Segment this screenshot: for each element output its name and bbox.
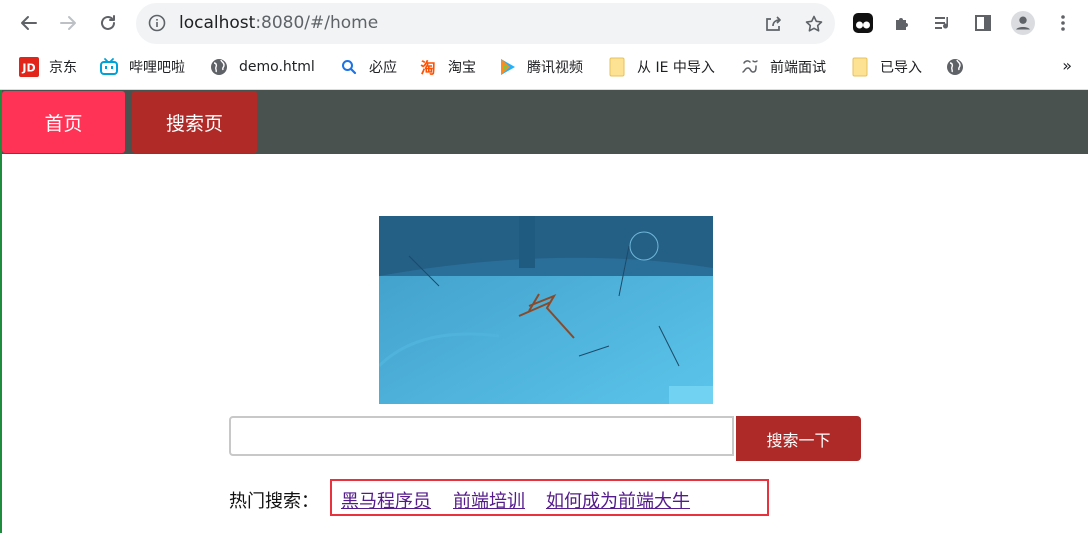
bookmark-label: 哔哩吧啦 xyxy=(129,60,185,76)
kebab-menu-icon[interactable] xyxy=(1051,11,1075,35)
star-icon[interactable] xyxy=(803,13,825,35)
hot-search-link[interactable]: 如何成为前端大牛 xyxy=(546,487,690,513)
bookmark-demo[interactable]: demo.html xyxy=(209,57,315,77)
bookmark-taobao[interactable]: 淘 淘宝 xyxy=(418,57,476,77)
tampermonkey-icon[interactable] xyxy=(851,11,875,35)
globe-icon xyxy=(209,57,229,77)
nav-tab-search[interactable]: 搜索页 xyxy=(132,91,257,153)
bookmark-folder-ie[interactable]: 从 IE 中导入 xyxy=(607,57,715,77)
address-bar[interactable]: localhost:8080/#/home xyxy=(136,3,835,44)
folder-icon xyxy=(607,57,627,77)
url-host: localhost xyxy=(179,13,256,33)
url-path: :8080/#/home xyxy=(255,13,379,33)
info-icon[interactable] xyxy=(148,14,166,36)
puzzle-icon[interactable] xyxy=(891,11,915,35)
site-navbar: 首页 搜索页 xyxy=(0,90,1088,154)
page-left-border xyxy=(0,90,2,533)
bookmark-bing[interactable]: 必应 xyxy=(339,57,397,77)
reload-icon[interactable] xyxy=(93,8,123,38)
tencent-video-play-icon xyxy=(497,57,517,77)
nav-tab-home[interactable]: 首页 xyxy=(2,91,125,153)
browser-toolbar: localhost:8080/#/home xyxy=(0,0,1088,46)
bilibili-tv-icon xyxy=(99,57,119,77)
bookmark-jd[interactable]: JD 京东 xyxy=(19,57,77,77)
search-input[interactable] xyxy=(229,416,734,456)
back-arrow-icon[interactable] xyxy=(14,8,44,38)
bookmark-tencent-video[interactable]: 腾讯视频 xyxy=(497,57,583,77)
forward-arrow-icon[interactable] xyxy=(53,8,83,38)
bookmark-label: 必应 xyxy=(369,60,397,76)
bookmark-label: 前端面试 xyxy=(770,60,826,76)
folder-icon xyxy=(850,57,870,77)
jd-logo-icon: JD xyxy=(19,57,39,77)
dragon-icon xyxy=(740,57,760,77)
hot-search-link[interactable]: 黑马程序员 xyxy=(341,487,431,513)
bookmark-label: 已导入 xyxy=(880,60,922,76)
url-text: localhost:8080/#/home xyxy=(179,13,378,33)
bookmark-label: demo.html xyxy=(239,59,315,75)
svg-text:淘: 淘 xyxy=(419,59,435,77)
svg-text:JD: JD xyxy=(21,62,35,75)
bookmark-label: 腾讯视频 xyxy=(527,60,583,76)
taobao-logo-icon: 淘 xyxy=(418,57,438,77)
search-button[interactable]: 搜索一下 xyxy=(736,416,861,461)
side-panel-icon[interactable] xyxy=(971,11,995,35)
bookmarks-bar: JD 京东 哔哩吧啦 demo.html 必应 淘 淘宝 腾讯视频 从 IE 中… xyxy=(0,46,1088,90)
profile-avatar-icon[interactable] xyxy=(1011,11,1035,35)
bookmark-folder-imported[interactable]: 已导入 xyxy=(850,57,922,77)
bing-search-icon xyxy=(339,57,359,77)
hot-search-label: 热门搜索： xyxy=(229,491,319,512)
share-icon[interactable] xyxy=(762,13,784,35)
bookmark-frontend-interview[interactable]: 前端面试 xyxy=(740,57,826,77)
bookmark-bilibili[interactable]: 哔哩吧啦 xyxy=(99,57,185,77)
page-content: 首页 搜索页 搜索一下 热门搜索： 黑马程序员 前端培训 如何成为前端大牛 xyxy=(0,90,1088,533)
bookmark-globe[interactable] xyxy=(945,57,975,77)
hero-image xyxy=(379,216,713,404)
media-queue-icon[interactable] xyxy=(931,11,955,35)
bookmark-label: 京东 xyxy=(49,60,77,76)
bookmark-label: 从 IE 中导入 xyxy=(637,60,715,76)
globe-icon xyxy=(945,57,965,77)
bookmark-label: 淘宝 xyxy=(448,60,476,76)
bookmarks-overflow-chevron[interactable]: » xyxy=(1062,56,1072,75)
hot-search-link[interactable]: 前端培训 xyxy=(453,487,525,513)
